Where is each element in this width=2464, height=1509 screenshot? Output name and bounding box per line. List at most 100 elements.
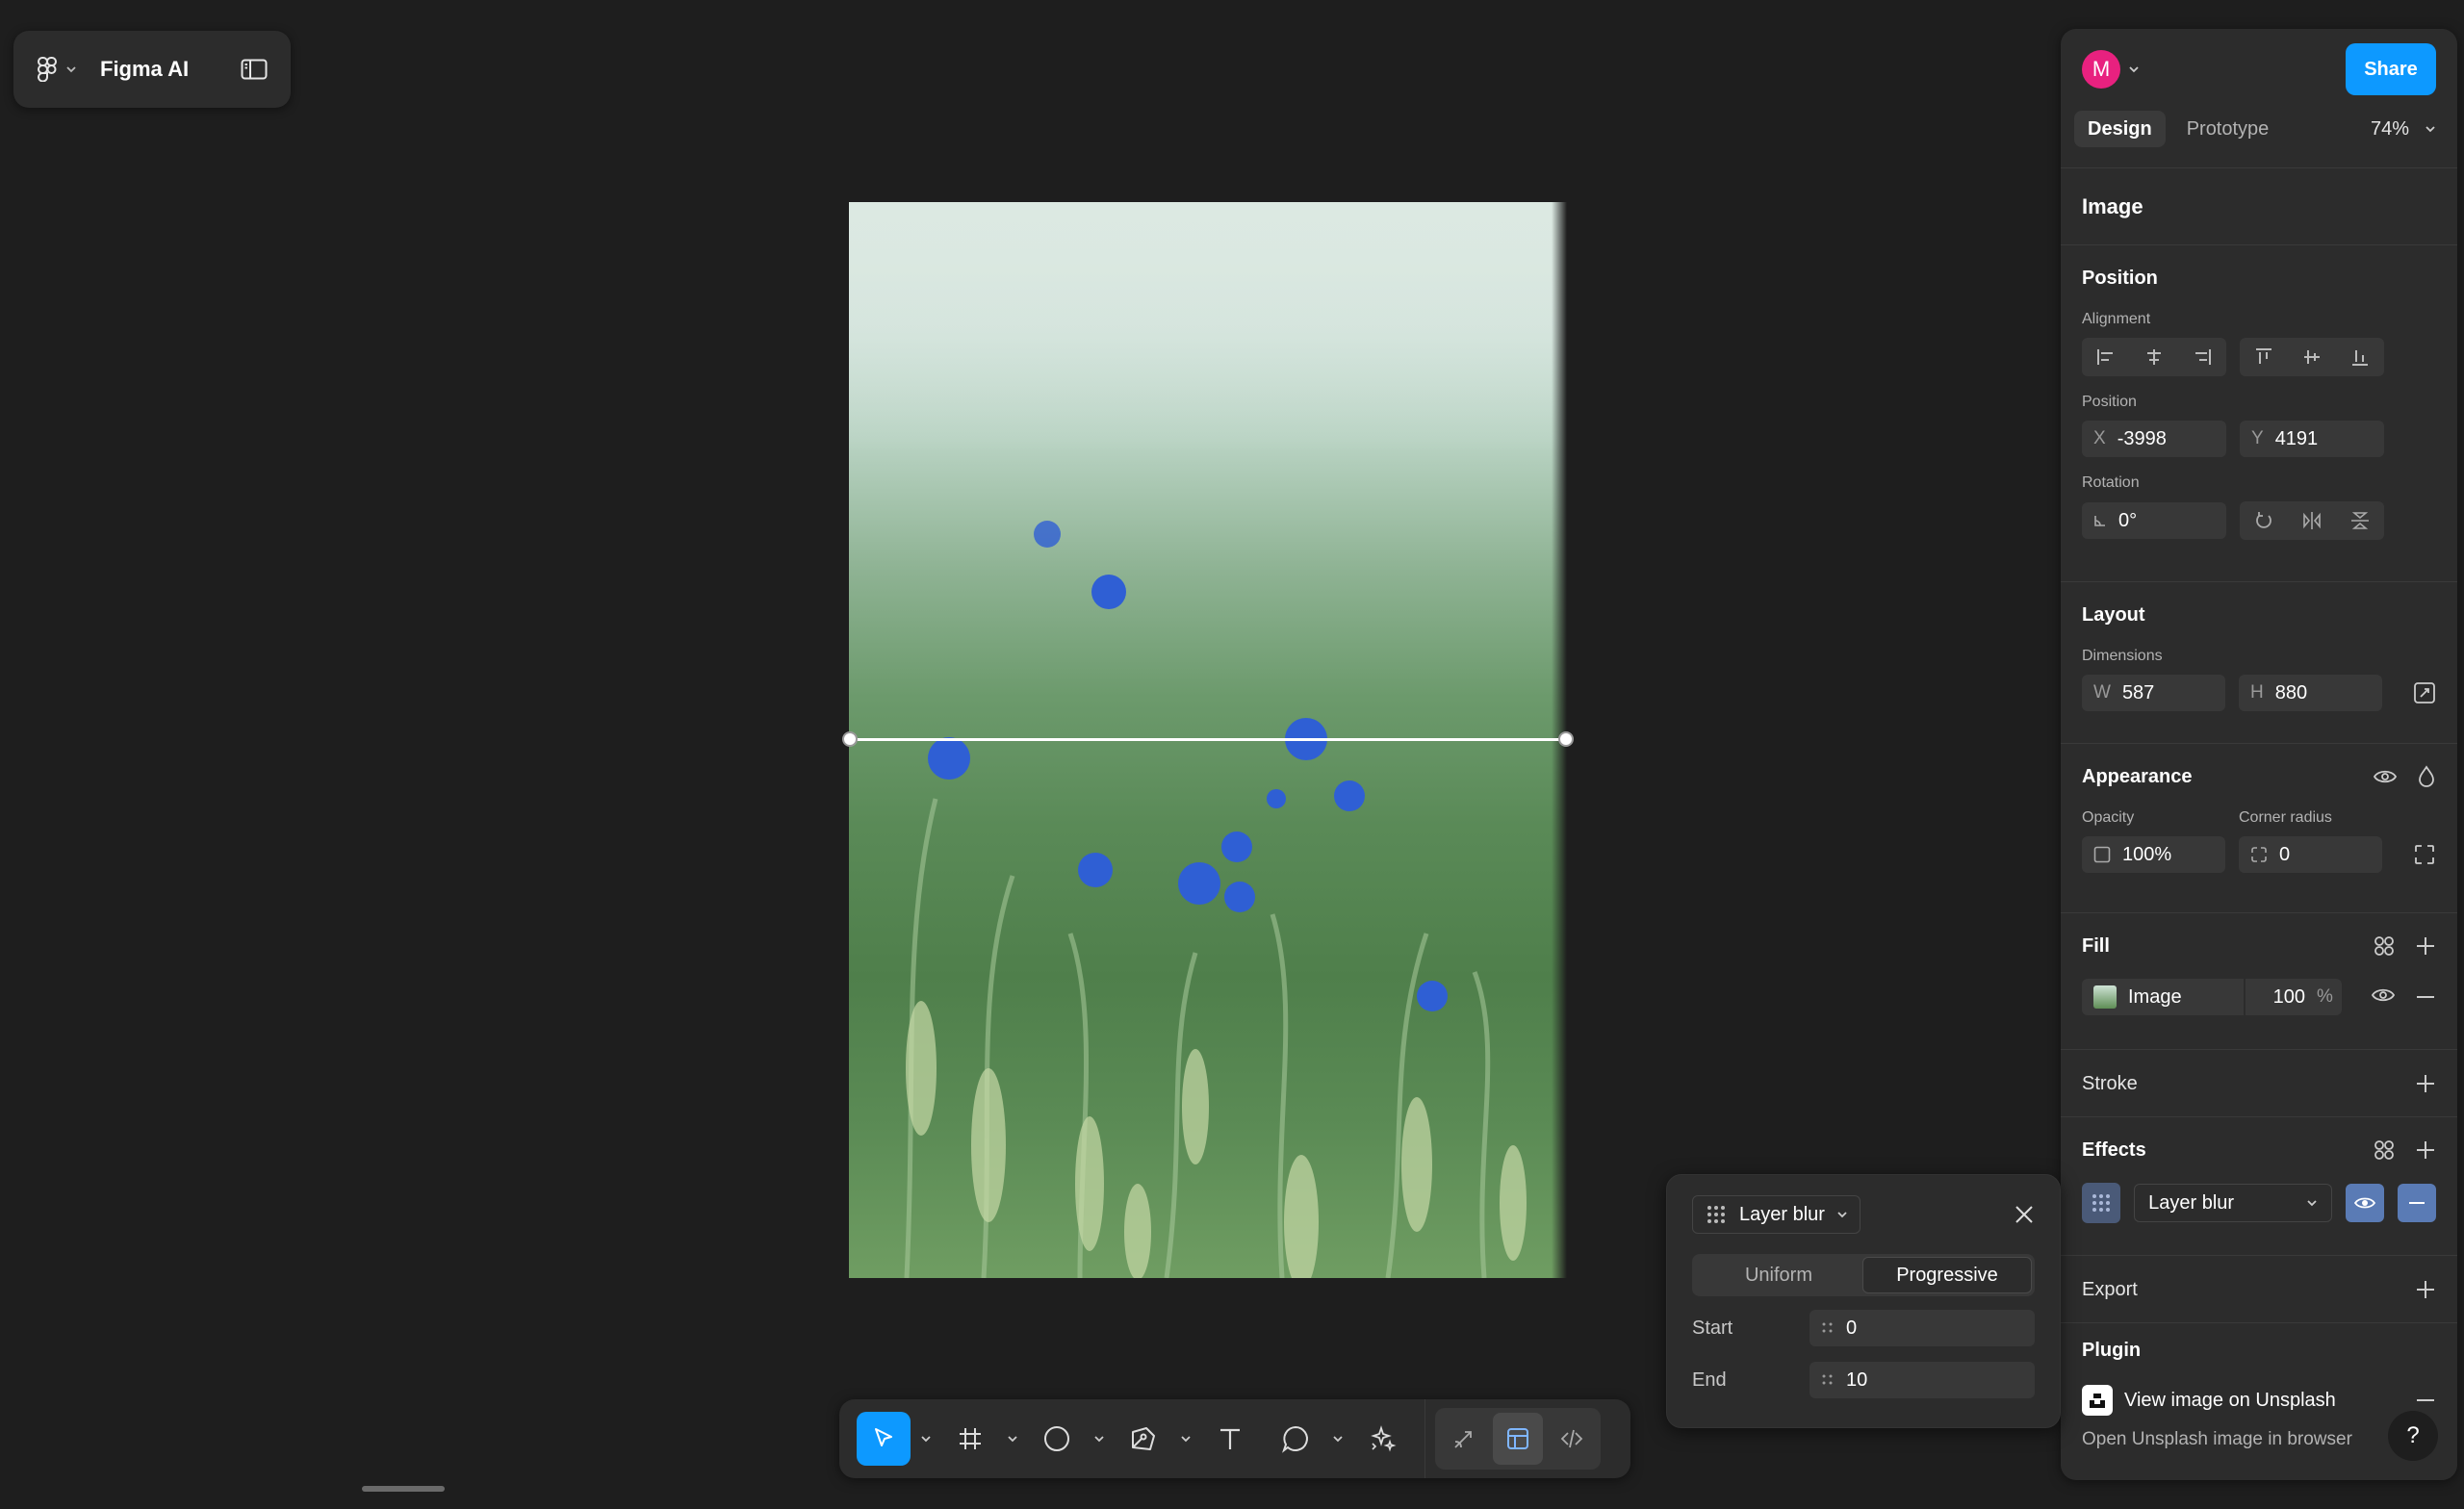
opacity-value: 100% <box>2122 843 2172 865</box>
section-title-appearance: Appearance <box>2082 765 2193 787</box>
fill-row[interactable]: Image 100 % <box>2082 979 2342 1015</box>
dev-mode[interactable] <box>1547 1413 1597 1465</box>
align-left-icon[interactable] <box>2082 338 2130 376</box>
plugin-description: Open Unsplash image in browser <box>2082 1429 2352 1449</box>
effect-settings-button[interactable] <box>2082 1183 2121 1223</box>
chevron-down-icon[interactable] <box>2128 65 2140 73</box>
alignment-label: Alignment <box>2082 311 2151 327</box>
corner-radius-field[interactable]: 0 <box>2239 836 2382 873</box>
resize-to-fit-icon[interactable] <box>2413 681 2436 704</box>
rotation-value: 0° <box>2118 509 2138 531</box>
chevron-down-icon <box>921 1436 931 1443</box>
chevron-down-icon <box>1181 1436 1191 1443</box>
pen-tool[interactable] <box>1111 1412 1197 1466</box>
align-top-icon[interactable] <box>2240 338 2288 376</box>
shape-tool[interactable] <box>1024 1412 1111 1466</box>
section-title-stroke: Stroke <box>2082 1072 2138 1094</box>
remove-fill-icon[interactable] <box>2415 986 2436 1008</box>
chevron-down-icon <box>2425 125 2436 133</box>
actions-tool[interactable] <box>1349 1412 1415 1466</box>
blur-type-select[interactable]: Layer blur <box>1692 1195 1861 1234</box>
align-right-icon[interactable] <box>2178 338 2226 376</box>
blur-end-field[interactable]: 10 <box>1810 1362 2035 1398</box>
plugin-action[interactable]: View image on Unsplash <box>2082 1385 2436 1416</box>
chevron-down-icon <box>1008 1436 1017 1443</box>
section-title-export: Export <box>2082 1278 2138 1300</box>
chevron-down-icon <box>65 65 77 73</box>
y-prefix: Y <box>2251 428 2264 448</box>
tab-prototype[interactable]: Prototype <box>2173 111 2283 147</box>
sidebar-toggle-icon[interactable] <box>241 59 268 80</box>
draw-mode[interactable] <box>1439 1413 1489 1465</box>
code-icon <box>1560 1429 1583 1448</box>
add-stroke-icon[interactable] <box>2415 1073 2436 1094</box>
share-button[interactable]: Share <box>2346 43 2436 95</box>
fill-opacity-value[interactable]: 100 <box>2257 986 2305 1009</box>
design-mode[interactable] <box>1493 1413 1543 1465</box>
independent-corners-icon[interactable] <box>2413 843 2436 866</box>
mode-switcher <box>1435 1408 1601 1470</box>
properties-panel: M Share Design Prototype 74% Image Posit… <box>2061 29 2457 1480</box>
dimensions-label: Dimensions <box>2082 648 2163 664</box>
file-menu-pill: Figma AI <box>13 31 291 108</box>
x-prefix: X <box>2093 428 2106 448</box>
x-position-field[interactable]: X -3998 <box>2082 421 2226 457</box>
zoom-control[interactable]: 74% <box>2371 118 2444 141</box>
layer-name: Image <box>2082 193 2143 218</box>
frame-icon <box>960 1428 981 1449</box>
opacity-field[interactable]: 100% <box>2082 836 2225 873</box>
rotation-field[interactable]: 0° <box>2082 502 2226 539</box>
y-position-field[interactable]: Y 4191 <box>2240 421 2384 457</box>
add-fill-icon[interactable] <box>2415 935 2436 957</box>
vertical-align-group <box>2240 338 2384 376</box>
horizontal-align-group <box>2082 338 2226 376</box>
start-label: Start <box>1692 1317 1733 1339</box>
frame-tool[interactable] <box>937 1412 1024 1466</box>
height-field[interactable]: H 880 <box>2239 675 2382 711</box>
eye-icon[interactable] <box>2371 986 2396 1008</box>
rotate-icon[interactable] <box>2240 501 2288 540</box>
ellipse-icon <box>1044 1426 1069 1451</box>
effect-type-dropdown[interactable]: Layer blur <box>2134 1184 2332 1222</box>
blend-mode-icon[interactable] <box>2417 765 2436 788</box>
blur-end-handle[interactable] <box>1558 731 1574 747</box>
comment-tool[interactable] <box>1263 1412 1349 1466</box>
minus-icon[interactable] <box>2415 1390 2436 1411</box>
file-title[interactable]: Figma AI <box>100 57 189 82</box>
flip-vertical-icon[interactable] <box>2336 501 2384 540</box>
avatar[interactable]: M <box>2082 50 2120 89</box>
close-icon[interactable] <box>2014 1204 2035 1225</box>
mode-progressive[interactable]: Progressive <box>1862 1257 2032 1293</box>
blur-mode-segmented: Uniform Progressive <box>1692 1254 2035 1296</box>
comment-icon <box>1282 1425 1308 1453</box>
align-middle-v-icon[interactable] <box>2288 338 2336 376</box>
remove-effect-button[interactable] <box>2397 1184 2437 1222</box>
align-center-h-icon[interactable] <box>2130 338 2178 376</box>
help-button[interactable]: ? <box>2388 1411 2438 1461</box>
progressive-blur-guide[interactable] <box>849 738 1567 741</box>
cursor-icon <box>875 1428 892 1446</box>
width-value: 587 <box>2121 681 2155 703</box>
add-effect-icon[interactable] <box>2415 1139 2436 1161</box>
move-tool[interactable] <box>851 1412 937 1466</box>
section-title-plugin: Plugin <box>2082 1339 2142 1361</box>
tab-design[interactable]: Design <box>2074 111 2166 147</box>
width-field[interactable]: W 587 <box>2082 675 2225 711</box>
styles-grid-icon[interactable] <box>2373 1138 2396 1162</box>
position-label: Position <box>2082 394 2137 410</box>
blur-start-field[interactable]: 0 <box>1810 1310 2035 1346</box>
effect-visibility-toggle[interactable] <box>2345 1184 2384 1222</box>
blur-start-handle[interactable] <box>842 731 858 747</box>
eye-icon[interactable] <box>2373 768 2398 785</box>
flip-horizontal-icon[interactable] <box>2288 501 2336 540</box>
bottom-toolbar <box>839 1399 1630 1478</box>
text-tool[interactable] <box>1197 1412 1263 1466</box>
align-bottom-icon[interactable] <box>2336 338 2384 376</box>
corner-radius-icon <box>2250 846 2268 863</box>
main-menu-button[interactable] <box>37 57 77 82</box>
drag-handle-icon <box>1821 1321 1835 1335</box>
styles-grid-icon[interactable] <box>2373 934 2396 958</box>
blur-overlay <box>849 202 1567 452</box>
mode-uniform[interactable]: Uniform <box>1695 1257 1862 1293</box>
add-export-icon[interactable] <box>2415 1279 2436 1300</box>
